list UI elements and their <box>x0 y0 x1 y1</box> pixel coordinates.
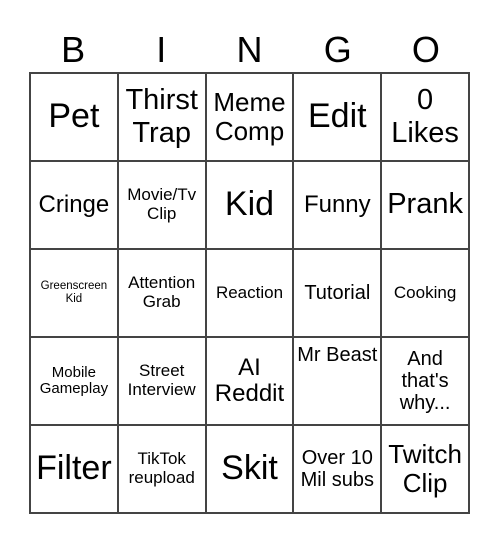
cell-label: Attention Grab <box>128 273 196 311</box>
bingo-cell[interactable]: Mr Beast <box>293 337 382 425</box>
cell-label: Tutorial <box>304 282 371 304</box>
bingo-cell[interactable]: Filter <box>30 425 118 513</box>
cell-label: And that's why... <box>399 348 451 414</box>
cell-label: Prank <box>387 188 463 221</box>
bingo-cell[interactable]: Attention Grab <box>117 249 206 337</box>
bingo-cell[interactable]: Reaction <box>205 249 294 337</box>
cell-label: Cooking <box>393 282 457 302</box>
cell-label: Movie/Tv Clip <box>127 185 197 223</box>
cell-label: 0 Likes <box>391 83 459 149</box>
bingo-cell[interactable]: And that's why... <box>381 337 469 425</box>
cell-label: Kid <box>224 185 275 224</box>
bingo-cell[interactable]: Tutorial <box>293 249 382 337</box>
bingo-cell[interactable]: AI Reddit <box>205 337 294 425</box>
bingo-cell[interactable]: Thirst Trap <box>117 73 206 161</box>
cell-label: Pet <box>48 97 100 136</box>
cell-label: Greenscreen Kid <box>40 280 108 305</box>
cell-label: Reaction <box>215 282 284 302</box>
bingo-cell[interactable]: Kid <box>205 161 294 249</box>
cell-label: Edit <box>307 97 367 136</box>
cell-label: Filter <box>36 449 112 488</box>
bingo-cell[interactable]: Funny <box>293 161 382 249</box>
bingo-grid: Pet Thirst Trap Meme Comp Edit 0 Likes C… <box>29 72 470 514</box>
bingo-cell[interactable]: Pet <box>30 73 118 161</box>
bingo-cell[interactable]: Over 10 Mil subs <box>293 425 382 513</box>
bingo-cell[interactable]: Greenscreen Kid <box>30 249 118 337</box>
bingo-cell[interactable]: 0 Likes <box>381 73 469 161</box>
bingo-cell[interactable]: Cooking <box>381 249 469 337</box>
cell-label: Meme Comp <box>213 87 286 146</box>
header-letter-g: G <box>323 29 352 70</box>
cell-label: Over 10 Mil subs <box>300 447 374 491</box>
bingo-cell[interactable]: Mobile Gameplay <box>30 337 118 425</box>
cell-label: Funny <box>303 190 371 218</box>
cell-label: Cringe <box>38 190 110 218</box>
cell-label: Mr Beast <box>297 344 378 366</box>
cell-label: TikTok reupload <box>128 449 195 487</box>
bingo-cell[interactable]: Meme Comp <box>205 73 294 161</box>
cell-label: Twitch Clip <box>388 439 462 498</box>
cell-label: Mobile Gameplay <box>39 363 109 397</box>
cell-label: Skit <box>221 449 278 488</box>
bingo-cell[interactable]: Movie/Tv Clip <box>117 161 206 249</box>
bingo-cell[interactable]: Prank <box>381 161 469 249</box>
header-letter-i: I <box>156 29 167 70</box>
cell-label: AI Reddit <box>214 353 285 407</box>
header-letter-b: B <box>61 29 86 70</box>
cell-label: Street Interview <box>127 361 196 399</box>
bingo-cell[interactable]: Skit <box>205 425 294 513</box>
bingo-header: B I N G O <box>29 28 470 72</box>
bingo-cell[interactable]: TikTok reupload <box>117 425 206 513</box>
bingo-cell[interactable]: Cringe <box>30 161 118 249</box>
cell-label: Thirst Trap <box>125 83 198 149</box>
bingo-cell[interactable]: Twitch Clip <box>381 425 469 513</box>
bingo-cell[interactable]: Street Interview <box>117 337 206 425</box>
header-letter-o: O <box>411 29 440 70</box>
bingo-cell[interactable]: Edit <box>293 73 382 161</box>
header-letter-n: N <box>236 29 263 70</box>
